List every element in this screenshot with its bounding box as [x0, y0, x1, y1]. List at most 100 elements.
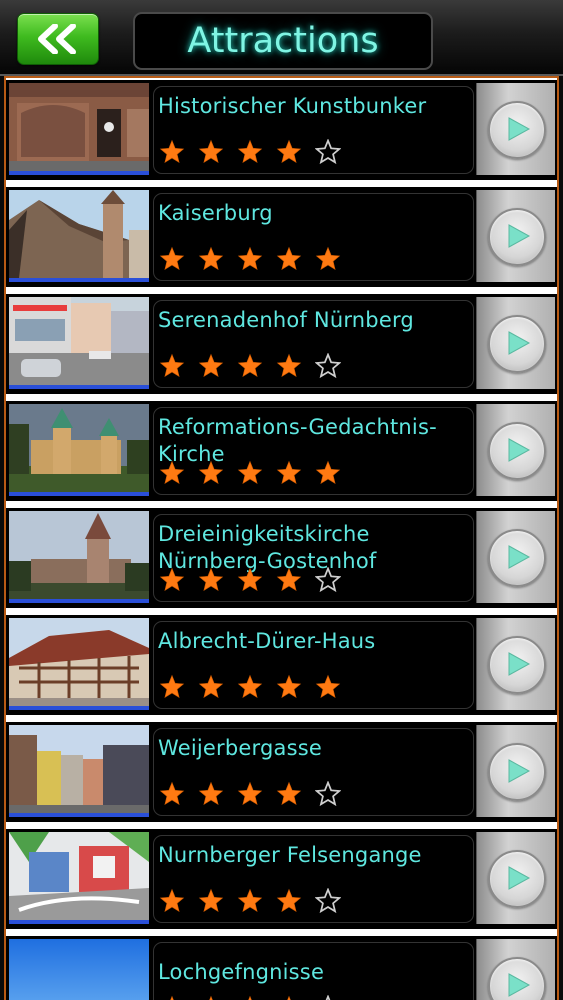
- star-rating: [159, 566, 354, 595]
- attraction-info[interactable]: Weijerbergasse: [153, 728, 474, 816]
- attraction-name: Albrecht-Dürer-Haus: [158, 629, 376, 653]
- attraction-name: Weijerbergasse: [158, 736, 322, 760]
- attraction-info[interactable]: Lochgefngnisse: [153, 942, 474, 1000]
- list-item[interactable]: Weijerbergasse: [6, 722, 557, 822]
- detail-panel[interactable]: [476, 83, 555, 175]
- detail-panel[interactable]: [476, 297, 555, 389]
- attraction-name: Historischer Kunstbunker: [158, 94, 427, 118]
- attraction-name: Kaiserburg: [158, 201, 273, 225]
- star-filled-icon: [315, 460, 341, 486]
- star-rating: [159, 780, 354, 809]
- detail-panel[interactable]: [476, 511, 555, 603]
- star-filled-icon: [276, 995, 302, 1000]
- star-filled-icon: [276, 781, 302, 807]
- detail-panel[interactable]: [476, 190, 555, 282]
- list-item[interactable]: Reformations-Gedachtnis-Kirche: [6, 401, 557, 501]
- page-title: Attractions: [187, 21, 379, 61]
- star-filled-icon: [159, 888, 185, 914]
- star-rating: [159, 460, 354, 488]
- star-filled-icon: [237, 995, 263, 1000]
- star-filled-icon: [315, 674, 341, 700]
- detail-panel[interactable]: [476, 618, 555, 710]
- open-detail-button[interactable]: [488, 101, 546, 159]
- attraction-name: Serenadenhof Nürnberg: [158, 308, 414, 332]
- attraction-info[interactable]: Kaiserburg: [153, 193, 474, 281]
- play-arrow-icon: [508, 331, 531, 355]
- attraction-photo: [9, 939, 149, 1000]
- attraction-photo: [9, 618, 149, 710]
- star-empty-icon: [314, 352, 342, 379]
- star-filled-icon: [198, 995, 224, 1000]
- star-filled-icon: [159, 995, 185, 1000]
- attraction-photo: [9, 83, 149, 175]
- list-item[interactable]: Dreieinigkeitskirche Nürnberg-Gostenhof: [6, 508, 557, 608]
- play-arrow-icon: [508, 759, 531, 783]
- open-detail-button[interactable]: [488, 315, 546, 373]
- attraction-name: Lochgefngnisse: [158, 960, 325, 984]
- open-detail-button[interactable]: [488, 850, 546, 908]
- star-filled-icon: [159, 460, 185, 486]
- list-item[interactable]: Kaiserburg: [6, 187, 557, 287]
- open-detail-button[interactable]: [488, 636, 546, 694]
- back-button[interactable]: [17, 13, 99, 65]
- play-arrow-icon: [508, 545, 531, 569]
- star-filled-icon: [276, 567, 302, 593]
- star-rating: [159, 994, 354, 1000]
- list-item[interactable]: Serenadenhof Nürnberg: [6, 294, 557, 394]
- star-filled-icon: [276, 674, 302, 700]
- star-filled-icon: [198, 888, 224, 914]
- list-item[interactable]: Lochgefngnisse: [6, 936, 557, 1000]
- double-chevron-left-icon: [38, 24, 76, 54]
- star-rating: [159, 887, 354, 916]
- detail-panel[interactable]: [476, 832, 555, 924]
- detail-panel[interactable]: [476, 725, 555, 817]
- open-detail-button[interactable]: [488, 957, 546, 1000]
- star-filled-icon: [315, 246, 341, 272]
- attractions-list[interactable]: Historischer Kunstbunker Kaiserburg Sere…: [4, 76, 559, 1000]
- attraction-info[interactable]: Dreieinigkeitskirche Nürnberg-Gostenhof: [153, 514, 474, 602]
- attraction-info[interactable]: Historischer Kunstbunker: [153, 86, 474, 174]
- star-rating: [159, 352, 354, 381]
- attraction-info[interactable]: Serenadenhof Nürnberg: [153, 300, 474, 388]
- attraction-info[interactable]: Nurnberger Felsengange: [153, 835, 474, 923]
- star-filled-icon: [237, 888, 263, 914]
- attraction-info[interactable]: Reformations-Gedachtnis-Kirche: [153, 407, 474, 495]
- list-item[interactable]: Nurnberger Felsengange: [6, 829, 557, 929]
- star-rating: [159, 246, 354, 274]
- star-filled-icon: [276, 139, 302, 165]
- attraction-photo: [9, 832, 149, 924]
- list-item[interactable]: Historischer Kunstbunker: [6, 80, 557, 180]
- star-empty-icon: [314, 138, 342, 165]
- star-filled-icon: [159, 246, 185, 272]
- detail-panel[interactable]: [476, 939, 555, 1000]
- top-bar: Attractions: [0, 0, 563, 76]
- star-filled-icon: [276, 888, 302, 914]
- star-filled-icon: [198, 674, 224, 700]
- star-filled-icon: [198, 246, 224, 272]
- attraction-photo: [9, 190, 149, 282]
- star-filled-icon: [276, 460, 302, 486]
- play-arrow-icon: [508, 117, 531, 141]
- play-arrow-icon: [508, 438, 531, 462]
- star-rating: [159, 674, 354, 702]
- star-filled-icon: [159, 139, 185, 165]
- star-filled-icon: [198, 567, 224, 593]
- attraction-photo: [9, 297, 149, 389]
- star-filled-icon: [276, 246, 302, 272]
- attraction-info[interactable]: Albrecht-Dürer-Haus: [153, 621, 474, 709]
- play-arrow-icon: [508, 224, 531, 248]
- open-detail-button[interactable]: [488, 208, 546, 266]
- open-detail-button[interactable]: [488, 529, 546, 587]
- star-empty-icon: [314, 780, 342, 807]
- attraction-photo: [9, 511, 149, 603]
- attraction-photo: [9, 404, 149, 496]
- open-detail-button[interactable]: [488, 743, 546, 801]
- star-filled-icon: [237, 674, 263, 700]
- star-filled-icon: [237, 139, 263, 165]
- star-filled-icon: [159, 781, 185, 807]
- star-empty-icon: [314, 566, 342, 593]
- list-item[interactable]: Albrecht-Dürer-Haus: [6, 615, 557, 715]
- detail-panel[interactable]: [476, 404, 555, 496]
- open-detail-button[interactable]: [488, 422, 546, 480]
- star-filled-icon: [159, 674, 185, 700]
